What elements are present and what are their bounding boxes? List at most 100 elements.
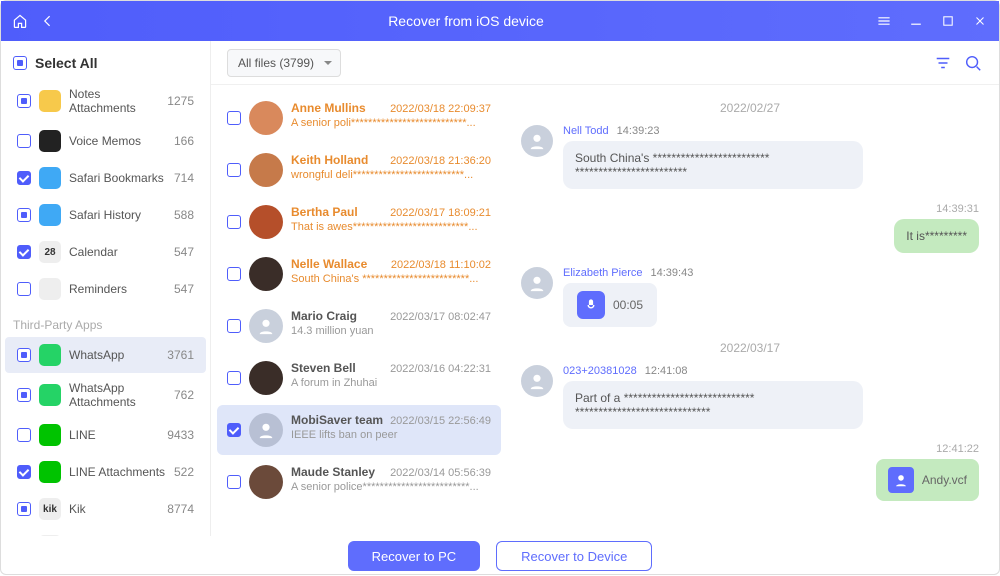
file-attachment[interactable]: Andy.vcf xyxy=(876,459,979,501)
voice-message[interactable]: 00:05 xyxy=(563,283,657,327)
sidebar-item[interactable]: LINE Attachments522 xyxy=(5,454,206,490)
sidebar-item[interactable]: Safari History588 xyxy=(5,197,206,233)
conversation-snippet: 14.3 million yuan xyxy=(291,325,491,337)
checkbox[interactable] xyxy=(17,348,31,362)
toolbar: All files (3799) xyxy=(211,41,999,85)
avatar xyxy=(249,413,283,447)
minimize-icon[interactable] xyxy=(907,12,925,30)
checkbox[interactable] xyxy=(17,502,31,516)
conversation-time: 2022/03/17 18:09:21 xyxy=(390,207,491,219)
item-count: 547 xyxy=(174,245,194,259)
checkbox[interactable] xyxy=(227,371,241,385)
conversation-time: 2022/03/15 22:56:49 xyxy=(390,415,491,427)
close-icon[interactable] xyxy=(971,12,989,30)
checkbox[interactable] xyxy=(17,94,31,108)
sidebar-item[interactable]: Notes Attachments1275 xyxy=(5,80,206,122)
select-all-checkbox[interactable] xyxy=(13,56,27,70)
checkbox[interactable] xyxy=(17,282,31,296)
conversation-snippet: A forum in Zhuhai xyxy=(291,377,491,389)
conversation-snippet: South China's *************************.… xyxy=(291,273,491,285)
avatar xyxy=(249,309,283,343)
sidebar-section-header: Third-Party Apps xyxy=(1,308,210,336)
checkbox[interactable] xyxy=(17,388,31,402)
item-count: 714 xyxy=(174,171,194,185)
checkbox[interactable] xyxy=(17,171,31,185)
conversation-time: 2022/03/14 05:56:39 xyxy=(390,467,491,479)
sidebar-item[interactable]: 28Calendar547 xyxy=(5,234,206,270)
app-icon xyxy=(39,278,61,300)
microphone-icon xyxy=(577,291,605,319)
back-icon[interactable] xyxy=(39,12,57,30)
checkbox[interactable] xyxy=(17,208,31,222)
item-count: 522 xyxy=(174,465,194,479)
sidebar-item[interactable]: WhatsApp Attachments762 xyxy=(5,374,206,416)
maximize-icon[interactable] xyxy=(939,12,957,30)
sidebar-item[interactable]: LINE9433 xyxy=(5,417,206,453)
checkbox[interactable] xyxy=(17,134,31,148)
checkbox[interactable] xyxy=(17,245,31,259)
message-bubble: Part of a **************************** *… xyxy=(563,381,863,429)
sidebar-item[interactable]: Safari Bookmarks 714 xyxy=(5,160,206,196)
app-icon xyxy=(39,384,61,406)
message-time: 12:41:22 xyxy=(936,443,979,455)
avatar xyxy=(521,125,553,157)
sidebar-item[interactable]: kikKik8774 xyxy=(5,491,206,527)
conversation-snippet: IEEE lifts ban on peer xyxy=(291,429,491,441)
conversation-snippet: That is awes***************************.… xyxy=(291,221,491,233)
sidebar-item[interactable]: Reminders547 xyxy=(5,271,206,307)
sidebar-item[interactable]: WhatsApp3761 xyxy=(5,337,206,373)
filter-dropdown[interactable]: All files (3799) xyxy=(227,49,341,77)
sender-name: 023+20381028 xyxy=(563,365,637,377)
conversation-time: 2022/03/18 11:10:02 xyxy=(391,259,491,271)
conversation-item[interactable]: Nelle Wallace2022/03/18 11:10:02South Ch… xyxy=(217,249,501,299)
checkbox[interactable] xyxy=(227,163,241,177)
filter-icon[interactable] xyxy=(933,53,953,73)
chat-message: 12:41:22 Andy.vcf xyxy=(521,443,979,501)
conversation-name: Steven Bell xyxy=(291,361,356,375)
item-count: 3761 xyxy=(167,348,194,362)
checkbox[interactable] xyxy=(227,111,241,125)
checkbox[interactable] xyxy=(227,319,241,333)
item-count: 588 xyxy=(174,208,194,222)
conversation-snippet: A senior police*************************… xyxy=(291,481,491,493)
checkbox[interactable] xyxy=(227,267,241,281)
sidebar-item[interactable]: kikKik Attachments5939 xyxy=(5,528,206,536)
select-all-row[interactable]: Select All xyxy=(1,41,210,79)
voice-duration: 00:05 xyxy=(613,298,643,312)
conversation-name: Bertha Paul xyxy=(291,205,358,219)
sidebar-item-label: LINE xyxy=(69,428,96,442)
conversation-item[interactable]: Keith Holland2022/03/18 21:36:20wrongful… xyxy=(217,145,501,195)
app-icon xyxy=(39,90,61,112)
message-time: 14:39:23 xyxy=(617,125,660,137)
checkbox[interactable] xyxy=(227,215,241,229)
menu-icon[interactable] xyxy=(875,12,893,30)
checkbox[interactable] xyxy=(17,465,31,479)
sidebar-item-label: Safari Bookmarks xyxy=(69,171,164,185)
home-icon[interactable] xyxy=(11,12,29,30)
sidebar-item-label: Kik xyxy=(69,502,86,516)
conversation-item[interactable]: Anne Mullins2022/03/18 22:09:37A senior … xyxy=(217,93,501,143)
checkbox[interactable] xyxy=(227,475,241,489)
sender-name: Nell Todd xyxy=(563,125,609,137)
search-icon[interactable] xyxy=(963,53,983,73)
sidebar-item[interactable]: Voice Memos166 xyxy=(5,123,206,159)
conversation-item[interactable]: MobiSaver team2022/03/15 22:56:49IEEE li… xyxy=(217,405,501,455)
item-count: 166 xyxy=(174,134,194,148)
conversation-item[interactable]: Steven Bell2022/03/16 04:22:31A forum in… xyxy=(217,353,501,403)
app-icon: 28 xyxy=(39,241,61,263)
checkbox[interactable] xyxy=(227,423,241,437)
sender-name: Elizabeth Pierce xyxy=(563,267,643,279)
item-count: 8774 xyxy=(167,502,194,516)
checkbox[interactable] xyxy=(17,428,31,442)
avatar xyxy=(521,267,553,299)
conversation-item[interactable]: Maude Stanley 2022/03/14 05:56:39 A senior… xyxy=(217,457,501,507)
recover-to-pc-button[interactable]: Recover to PC xyxy=(348,541,481,571)
conversation-name: Maude Stanley xyxy=(291,465,375,479)
message-bubble: South China's ************************* … xyxy=(563,141,863,189)
conversation-item[interactable]: Mario Craig2022/03/17 08:02:4714.3 milli… xyxy=(217,301,501,351)
item-count: 762 xyxy=(174,388,194,402)
recover-to-device-button[interactable]: Recover to Device xyxy=(496,541,652,571)
conversation-item[interactable]: Bertha Paul 2022/03/17 18:09:21 That is aw… xyxy=(217,197,501,247)
conversation-time: 2022/03/17 08:02:47 xyxy=(390,311,491,323)
avatar xyxy=(249,361,283,395)
